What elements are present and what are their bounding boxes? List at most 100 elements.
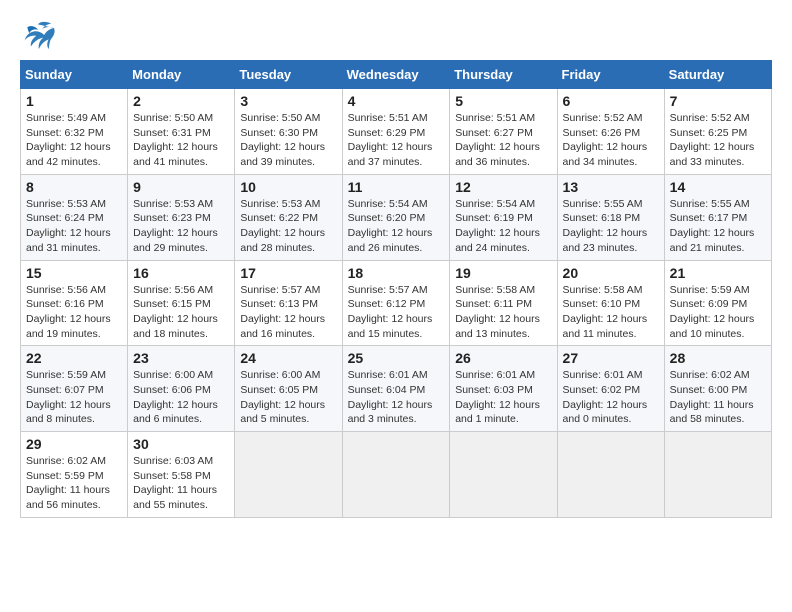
day-number: 12	[455, 179, 551, 195]
day-number: 28	[670, 350, 766, 366]
calendar-cell: 6 Sunrise: 5:52 AM Sunset: 6:26 PM Daylig…	[557, 89, 664, 175]
calendar-cell	[342, 432, 450, 518]
calendar-cell	[664, 432, 771, 518]
calendar-cell: 23 Sunrise: 6:00 AM Sunset: 6:06 PM Dayli…	[128, 346, 235, 432]
day-number: 6	[563, 93, 659, 109]
day-number: 2	[133, 93, 229, 109]
calendar-cell: 5 Sunrise: 5:51 AM Sunset: 6:27 PM Daylig…	[450, 89, 557, 175]
calendar-cell: 30 Sunrise: 6:03 AM Sunset: 5:58 PM Dayli…	[128, 432, 235, 518]
day-number: 18	[348, 265, 445, 281]
day-number: 30	[133, 436, 229, 452]
weekday-header-wednesday: Wednesday	[342, 61, 450, 89]
calendar-cell: 27Sunrise: 6:01 AM Sunset: 6:02 PM Dayli…	[557, 346, 664, 432]
day-info: Sunrise: 6:00 AM Sunset: 6:05 PM Dayligh…	[240, 368, 336, 427]
day-number: 15	[26, 265, 122, 281]
calendar-cell: 21 Sunrise: 5:59 AM Sunset: 6:09 PM Dayli…	[664, 260, 771, 346]
calendar-cell: 10 Sunrise: 5:53 AM Sunset: 6:22 PM Dayli…	[235, 174, 342, 260]
day-info: Sunrise: 5:59 AM Sunset: 6:09 PM Dayligh…	[670, 283, 766, 342]
calendar-cell: 18 Sunrise: 5:57 AM Sunset: 6:12 PM Dayli…	[342, 260, 450, 346]
calendar-cell: 24 Sunrise: 6:00 AM Sunset: 6:05 PM Dayli…	[235, 346, 342, 432]
calendar-cell	[235, 432, 342, 518]
day-info: Sunrise: 5:52 AM Sunset: 6:25 PM Dayligh…	[670, 111, 766, 170]
calendar-cell: 1 Sunrise: 5:49 AM Sunset: 6:32 PM Daylig…	[21, 89, 128, 175]
calendar-week-3: 15 Sunrise: 5:56 AM Sunset: 6:16 PM Dayli…	[21, 260, 772, 346]
day-info: Sunrise: 5:53 AM Sunset: 6:24 PM Dayligh…	[26, 197, 122, 256]
day-number: 7	[670, 93, 766, 109]
day-number: 17	[240, 265, 336, 281]
day-info: Sunrise: 5:55 AM Sunset: 6:18 PM Dayligh…	[563, 197, 659, 256]
calendar-cell: 29Sunrise: 6:02 AM Sunset: 5:59 PM Dayli…	[21, 432, 128, 518]
calendar-cell: 15 Sunrise: 5:56 AM Sunset: 6:16 PM Dayli…	[21, 260, 128, 346]
weekday-header-sunday: Sunday	[21, 61, 128, 89]
calendar-cell: 7 Sunrise: 5:52 AM Sunset: 6:25 PM Daylig…	[664, 89, 771, 175]
page-header	[20, 20, 772, 50]
day-info: Sunrise: 6:00 AM Sunset: 6:06 PM Dayligh…	[133, 368, 229, 427]
logo	[20, 20, 60, 50]
day-number: 14	[670, 179, 766, 195]
weekday-header-friday: Friday	[557, 61, 664, 89]
day-info: Sunrise: 5:57 AM Sunset: 6:13 PM Dayligh…	[240, 283, 336, 342]
calendar-cell: 25Sunrise: 6:01 AM Sunset: 6:04 PM Dayli…	[342, 346, 450, 432]
calendar-week-1: 1 Sunrise: 5:49 AM Sunset: 6:32 PM Daylig…	[21, 89, 772, 175]
day-number: 26	[455, 350, 551, 366]
calendar-cell: 13 Sunrise: 5:55 AM Sunset: 6:18 PM Dayli…	[557, 174, 664, 260]
day-info: Sunrise: 6:03 AM Sunset: 5:58 PM Dayligh…	[133, 454, 229, 513]
calendar-week-4: 22 Sunrise: 5:59 AM Sunset: 6:07 PM Dayli…	[21, 346, 772, 432]
day-number: 22	[26, 350, 122, 366]
calendar-cell: 20 Sunrise: 5:58 AM Sunset: 6:10 PM Dayli…	[557, 260, 664, 346]
calendar-table: SundayMondayTuesdayWednesdayThursdayFrid…	[20, 60, 772, 518]
weekday-header-saturday: Saturday	[664, 61, 771, 89]
weekday-header-thursday: Thursday	[450, 61, 557, 89]
day-info: Sunrise: 6:01 AM Sunset: 6:02 PM Dayligh…	[563, 368, 659, 427]
day-info: Sunrise: 5:56 AM Sunset: 6:16 PM Dayligh…	[26, 283, 122, 342]
day-number: 8	[26, 179, 122, 195]
day-info: Sunrise: 5:58 AM Sunset: 6:11 PM Dayligh…	[455, 283, 551, 342]
day-number: 9	[133, 179, 229, 195]
day-info: Sunrise: 5:54 AM Sunset: 6:19 PM Dayligh…	[455, 197, 551, 256]
day-info: Sunrise: 5:57 AM Sunset: 6:12 PM Dayligh…	[348, 283, 445, 342]
calendar-cell: 9Sunrise: 5:53 AM Sunset: 6:23 PM Daylig…	[128, 174, 235, 260]
calendar-header: SundayMondayTuesdayWednesdayThursdayFrid…	[21, 61, 772, 89]
calendar-body: 1 Sunrise: 5:49 AM Sunset: 6:32 PM Daylig…	[21, 89, 772, 518]
day-number: 20	[563, 265, 659, 281]
calendar-week-2: 8 Sunrise: 5:53 AM Sunset: 6:24 PM Daylig…	[21, 174, 772, 260]
calendar-cell: 22 Sunrise: 5:59 AM Sunset: 6:07 PM Dayli…	[21, 346, 128, 432]
day-number: 1	[26, 93, 122, 109]
day-info: Sunrise: 5:58 AM Sunset: 6:10 PM Dayligh…	[563, 283, 659, 342]
day-number: 16	[133, 265, 229, 281]
day-number: 19	[455, 265, 551, 281]
day-number: 11	[348, 179, 445, 195]
calendar-cell: 2 Sunrise: 5:50 AM Sunset: 6:31 PM Daylig…	[128, 89, 235, 175]
day-number: 21	[670, 265, 766, 281]
calendar-cell	[450, 432, 557, 518]
day-info: Sunrise: 5:50 AM Sunset: 6:30 PM Dayligh…	[240, 111, 336, 170]
calendar-week-5: 29Sunrise: 6:02 AM Sunset: 5:59 PM Dayli…	[21, 432, 772, 518]
calendar-cell: 19 Sunrise: 5:58 AM Sunset: 6:11 PM Dayli…	[450, 260, 557, 346]
day-info: Sunrise: 5:55 AM Sunset: 6:17 PM Dayligh…	[670, 197, 766, 256]
day-info: Sunrise: 6:02 AM Sunset: 5:59 PM Dayligh…	[26, 454, 122, 513]
day-number: 24	[240, 350, 336, 366]
day-number: 13	[563, 179, 659, 195]
day-number: 25	[348, 350, 445, 366]
day-number: 23	[133, 350, 229, 366]
day-info: Sunrise: 5:50 AM Sunset: 6:31 PM Dayligh…	[133, 111, 229, 170]
day-info: Sunrise: 5:53 AM Sunset: 6:22 PM Dayligh…	[240, 197, 336, 256]
calendar-cell: 16 Sunrise: 5:56 AM Sunset: 6:15 PM Dayli…	[128, 260, 235, 346]
day-info: Sunrise: 5:52 AM Sunset: 6:26 PM Dayligh…	[563, 111, 659, 170]
day-info: Sunrise: 5:59 AM Sunset: 6:07 PM Dayligh…	[26, 368, 122, 427]
calendar-cell: 4Sunrise: 5:51 AM Sunset: 6:29 PM Daylig…	[342, 89, 450, 175]
calendar-cell: 14 Sunrise: 5:55 AM Sunset: 6:17 PM Dayli…	[664, 174, 771, 260]
calendar-cell: 12 Sunrise: 5:54 AM Sunset: 6:19 PM Dayli…	[450, 174, 557, 260]
day-info: Sunrise: 5:49 AM Sunset: 6:32 PM Dayligh…	[26, 111, 122, 170]
day-number: 10	[240, 179, 336, 195]
calendar-cell: 17 Sunrise: 5:57 AM Sunset: 6:13 PM Dayli…	[235, 260, 342, 346]
day-info: Sunrise: 6:02 AM Sunset: 6:00 PM Dayligh…	[670, 368, 766, 427]
day-number: 4	[348, 93, 445, 109]
calendar-cell: 8 Sunrise: 5:53 AM Sunset: 6:24 PM Daylig…	[21, 174, 128, 260]
day-number: 5	[455, 93, 551, 109]
day-info: Sunrise: 5:56 AM Sunset: 6:15 PM Dayligh…	[133, 283, 229, 342]
calendar-cell	[557, 432, 664, 518]
weekday-header-monday: Monday	[128, 61, 235, 89]
weekday-header-row: SundayMondayTuesdayWednesdayThursdayFrid…	[21, 61, 772, 89]
day-info: Sunrise: 5:51 AM Sunset: 6:27 PM Dayligh…	[455, 111, 551, 170]
